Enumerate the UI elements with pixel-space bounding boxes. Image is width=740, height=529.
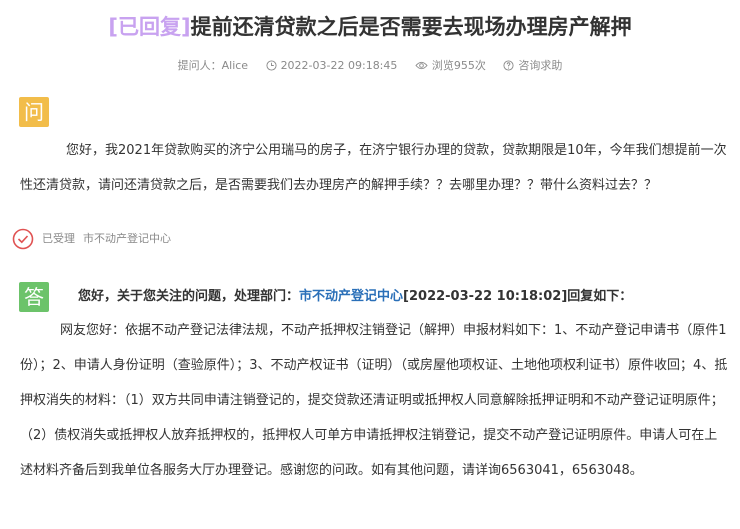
- question-title: 提前还清贷款之后是否需要去现场办理房产解押: [190, 15, 632, 39]
- asker-info: 提问人：Alice: [178, 57, 248, 75]
- accepted-department: 市不动产登记中心: [83, 232, 171, 245]
- department-link[interactable]: 市不动产登记中心: [299, 289, 403, 304]
- views-info: 浏览955次: [415, 57, 486, 75]
- question-meta: 提问人：Alice 2022-03-22 09:18:45 浏览955次 咨询求…: [0, 57, 740, 75]
- asker-label: 提问人：: [177, 59, 222, 72]
- asker-name: Alice: [221, 59, 249, 72]
- category-label: 咨询求助: [518, 59, 563, 72]
- question-badge: 问: [19, 97, 49, 127]
- category-info: 咨询求助: [503, 57, 562, 75]
- help-circle-icon: [503, 59, 514, 71]
- answer-badge: 答: [19, 282, 49, 312]
- question-text: 您好，我2021年贷款购买的济宁公用瑞马的房子，在济宁银行办理的贷款，贷款期限是…: [20, 143, 727, 193]
- reply-prefix: 您好，关于您关注的问题，处理部门：: [78, 289, 300, 304]
- reply-status-tag: [已回复]: [108, 15, 191, 39]
- eye-icon: [415, 61, 428, 69]
- reply-time: [2022-03-22 10:18:02]回复如下：: [403, 289, 633, 304]
- reply-header: 您好，关于您关注的问题，处理部门：市不动产登记中心[2022-03-22 10:…: [78, 287, 632, 307]
- check-circle-icon: [12, 228, 34, 250]
- view-count: 浏览955次: [431, 59, 486, 72]
- clock-icon: [266, 59, 277, 71]
- accepted-label: 已受理: [42, 232, 75, 245]
- time-info: 2022-03-22 09:18:45: [266, 57, 398, 75]
- post-time: 2022-03-22 09:18:45: [280, 59, 398, 72]
- accepted-status: 已受理 市不动产登记中心: [12, 228, 171, 250]
- page-title: [已回复]提前还清贷款之后是否需要去现场办理房产解押: [0, 12, 740, 42]
- answer-text: 网友您好：依据不动产登记法律法规，不动产抵押权注销登记（解押）申报材料如下：1、…: [20, 323, 728, 478]
